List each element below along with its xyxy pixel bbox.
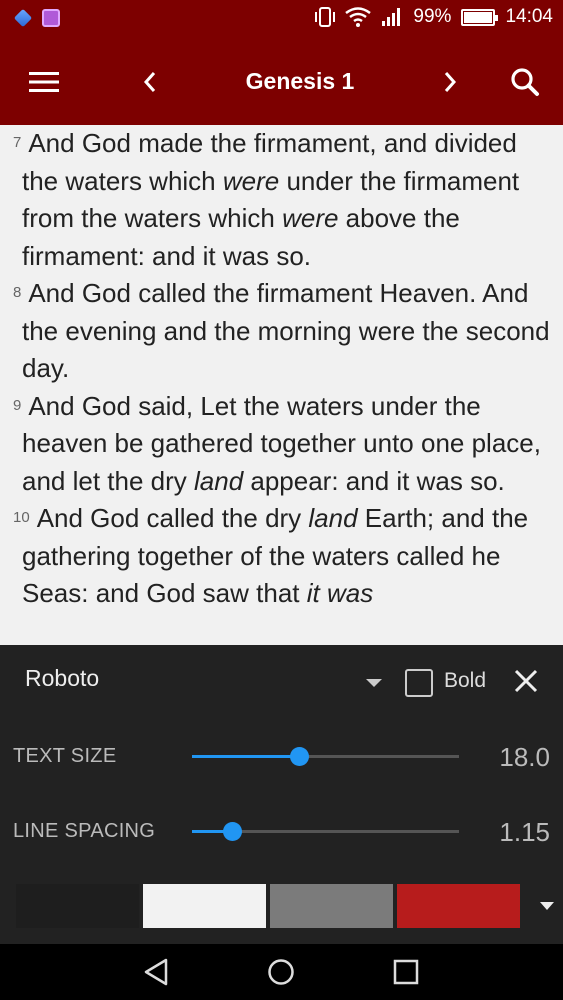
- verse-number: 8: [13, 284, 22, 301]
- line-spacing-value: 1.15: [499, 817, 550, 847]
- app-toolbar: Genesis 1: [0, 38, 563, 125]
- dropbox-icon: [13, 8, 33, 28]
- chapter-text[interactable]: 7 And God made the firmament, and divided…: [13, 125, 557, 613]
- back-triangle-icon: [144, 958, 168, 986]
- verse-text-segment: land: [194, 465, 244, 496]
- recents-square-icon: [393, 959, 419, 985]
- verse-text-segment: it was: [306, 578, 374, 608]
- wifi-icon: [345, 7, 372, 27]
- battery-icon: [461, 8, 499, 26]
- line-spacing-label: LINE SPACING: [13, 820, 156, 842]
- text-size-label: TEXT SIZE: [13, 745, 117, 767]
- menu-button[interactable]: [18, 38, 70, 125]
- text-settings-panel: Roboto Bold TEXT SIZE 18.0 LINE SPACING …: [0, 645, 563, 944]
- verse-text-segment: And God called the dry: [36, 503, 309, 533]
- text-size-slider[interactable]: [192, 742, 459, 772]
- more-themes-arrow-icon[interactable]: [540, 902, 554, 910]
- next-chapter-button[interactable]: [428, 38, 472, 125]
- search-icon: [511, 67, 539, 96]
- verse-text-segment: were: [222, 165, 280, 196]
- line-spacing-slider[interactable]: [192, 817, 459, 847]
- theme-swatch-red[interactable]: [397, 884, 520, 928]
- close-settings-button[interactable]: [510, 665, 542, 697]
- theme-swatch-light[interactable]: [143, 884, 266, 928]
- chapter-title[interactable]: Genesis 1: [200, 38, 400, 125]
- text-size-slider-thumb[interactable]: [289, 747, 309, 766]
- verse-text-segment: were: [282, 203, 339, 233]
- recents-button[interactable]: [376, 944, 436, 1000]
- verse-number: 9: [13, 396, 22, 414]
- home-button[interactable]: [251, 944, 311, 1000]
- verse-8[interactable]: 8 And God called the firmament Heaven. An…: [13, 278, 550, 383]
- theme-swatches: [16, 884, 520, 928]
- text-size-value: 18.0: [499, 742, 550, 772]
- status-bar: 99% 14:04: [0, 0, 563, 38]
- bold-label[interactable]: Bold: [444, 669, 486, 693]
- bible-reader[interactable]: 7 And God made the firmament, and divided…: [0, 125, 563, 645]
- verse-number: 7: [13, 134, 22, 151]
- verse-text-segment: appear: and it was so.: [243, 465, 505, 496]
- font-dropdown-arrow-icon[interactable]: [366, 679, 382, 687]
- clock: 14:04: [505, 6, 553, 27]
- theme-swatch-dark[interactable]: [16, 884, 139, 928]
- verse-10[interactable]: 10 And God called the dry land Earth; and…: [13, 503, 528, 608]
- system-nav-bar: [0, 944, 563, 1000]
- font-selector[interactable]: Roboto: [25, 665, 99, 692]
- close-icon: [514, 669, 538, 693]
- line-spacing-slider-thumb[interactable]: [223, 822, 243, 841]
- verse-text-segment: And God called the firmament Heaven. And…: [22, 278, 550, 383]
- home-circle-icon: [268, 959, 294, 985]
- menu-icon: [29, 71, 59, 92]
- back-button[interactable]: [126, 944, 186, 1000]
- verse-7[interactable]: 7 And God made the firmament, and divided…: [13, 128, 519, 271]
- chevron-right-icon: [444, 71, 457, 92]
- vibrate-icon: [315, 7, 336, 27]
- verse-text-segment: land: [308, 503, 358, 533]
- bold-checkbox[interactable]: [405, 669, 433, 697]
- signal-icon: [382, 8, 401, 26]
- gallery-icon: [42, 9, 60, 27]
- previous-chapter-button[interactable]: [128, 38, 172, 125]
- battery-percent: 99%: [413, 6, 452, 27]
- theme-swatch-gray[interactable]: [270, 884, 393, 928]
- search-button[interactable]: [500, 38, 550, 125]
- chevron-left-icon: [143, 71, 156, 92]
- verse-number: 10: [13, 509, 30, 526]
- verse-9[interactable]: 9 And God said, Let the waters under the …: [13, 391, 541, 496]
